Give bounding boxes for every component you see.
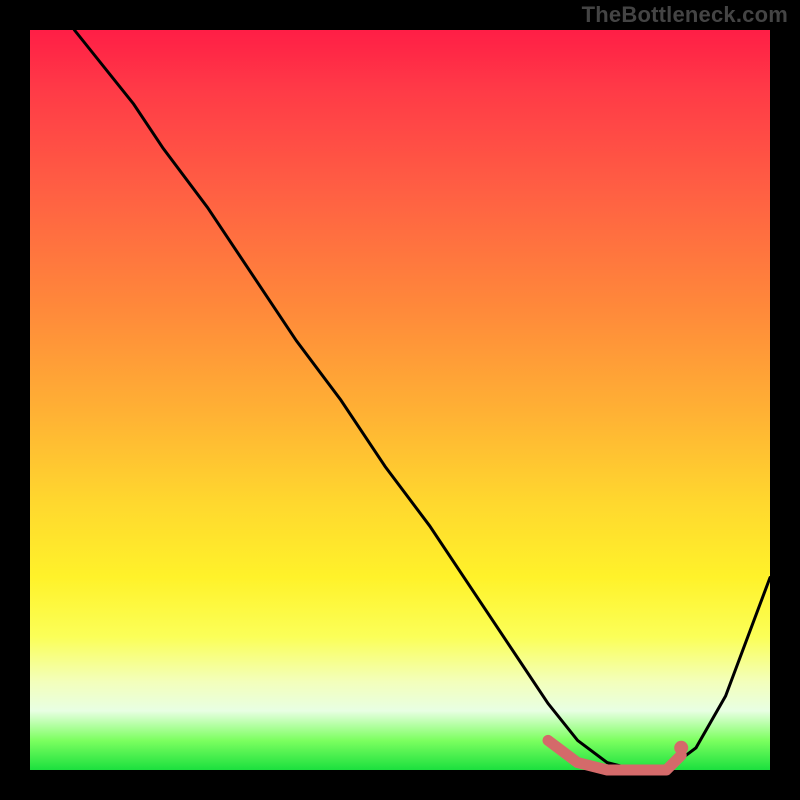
watermark-text: TheBottleneck.com <box>582 2 788 28</box>
plot-area <box>30 30 770 770</box>
optimal-range-highlight <box>548 740 681 770</box>
bottleneck-curve-path <box>74 30 770 770</box>
optimal-end-dot <box>674 741 688 755</box>
chart-frame: TheBottleneck.com <box>0 0 800 800</box>
chart-svg <box>30 30 770 770</box>
